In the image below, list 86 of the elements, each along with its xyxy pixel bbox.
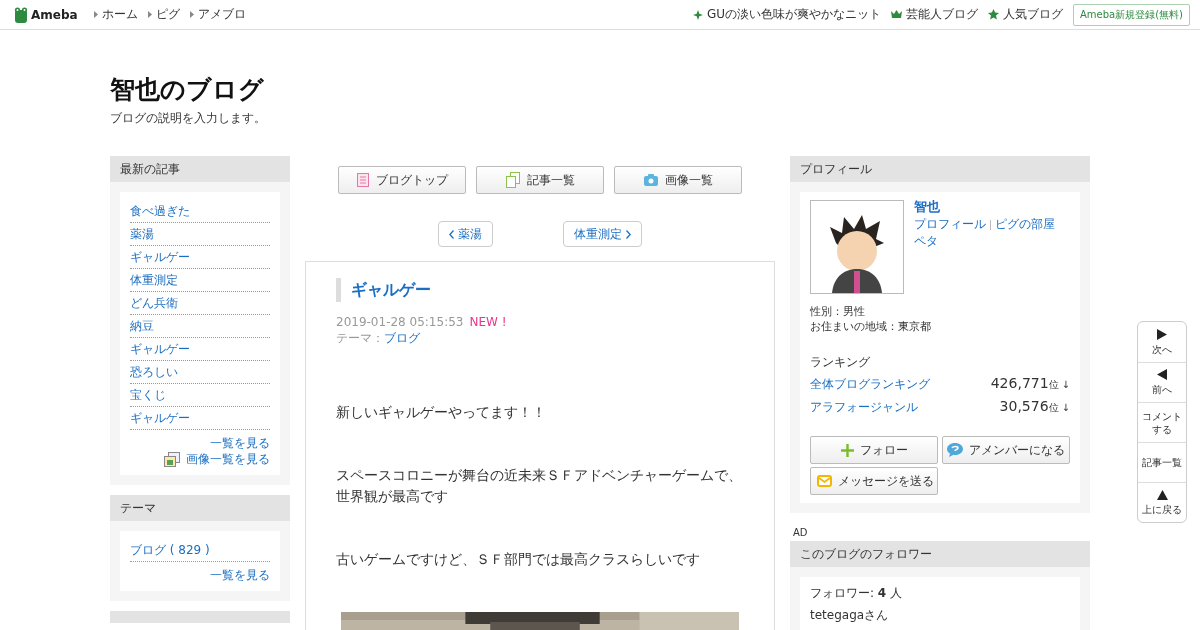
- document-icon: [356, 173, 369, 187]
- panel-title: テーマ: [110, 495, 290, 521]
- article-title[interactable]: ギャルゲー: [336, 278, 744, 302]
- ad-label: AD: [793, 527, 809, 538]
- article-link[interactable]: 恐ろしい: [130, 361, 270, 384]
- article-link[interactable]: 宝くじ: [130, 384, 270, 407]
- panel-title: プロフィール: [790, 156, 1090, 182]
- profile-name[interactable]: 智也: [914, 198, 1055, 216]
- article-link[interactable]: どん兵衛: [130, 292, 270, 315]
- images-icon: [164, 451, 180, 467]
- article-date: 2019-01-28 05:15:53: [336, 315, 464, 329]
- follower-name[interactable]: tetegagaさん: [810, 607, 1070, 624]
- header-link[interactable]: 芸能人ブログ: [906, 6, 978, 23]
- chevron-right-icon: [626, 229, 631, 239]
- caret-icon: [93, 11, 98, 18]
- envelope-icon: [817, 475, 832, 487]
- theme-label: テーマ：: [336, 331, 384, 345]
- frog-logo-icon: [14, 6, 28, 23]
- chevron-left-icon: [449, 229, 454, 239]
- nav-button[interactable]: 記事一覧: [476, 166, 604, 194]
- theme-link[interactable]: ブログ ( 829 ): [130, 539, 270, 562]
- crown-icon: [891, 10, 902, 19]
- profile-button[interactable]: アメンバーになる: [942, 436, 1070, 464]
- article-link[interactable]: 食べ過ぎた: [130, 200, 270, 223]
- previous-article-button[interactable]: 薬湯: [438, 221, 493, 247]
- logo-text[interactable]: Ameba: [31, 7, 78, 22]
- header-link[interactable]: GUの淡い色味が爽やかなニット: [706, 6, 881, 23]
- down-arrow: ↓: [1061, 402, 1070, 413]
- side-nav-button[interactable]: 記事一覧: [1138, 442, 1186, 482]
- caret-icon: [189, 11, 194, 18]
- profile-detail: 性別：男性: [810, 304, 866, 319]
- profile-link[interactable]: ピグの部屋: [995, 216, 1055, 233]
- next-article-button[interactable]: 体重測定: [563, 221, 642, 247]
- article-link[interactable]: 薬湯: [130, 223, 270, 246]
- pages-icon: [505, 172, 520, 188]
- peta-link[interactable]: ペタ: [914, 233, 1055, 250]
- new-label: NEW !: [469, 315, 507, 329]
- speech-bubble-icon: [947, 443, 963, 457]
- rank-unit: 位: [1048, 379, 1059, 390]
- side-nav-button[interactable]: コメントする: [1138, 402, 1186, 442]
- header-link[interactable]: 人気ブログ: [1003, 6, 1063, 23]
- plus-icon: [840, 443, 854, 457]
- ranking-number: 30,576: [999, 398, 1049, 414]
- side-nav-button[interactable]: 上に戻る: [1138, 482, 1186, 522]
- nav-link[interactable]: ホーム: [101, 6, 138, 23]
- caret-icon: [147, 11, 152, 18]
- ranking-number: 426,771: [990, 375, 1049, 391]
- article-paragraph: スペースコロニーが舞台の近未来ＳＦアドベンチャーゲームで、世界観が最高です: [336, 466, 743, 506]
- article-paragraph: 新しいギャルゲーやってます！！: [336, 403, 547, 422]
- image-list-link[interactable]: 画像一覧を見る: [186, 451, 270, 467]
- star-icon: [988, 9, 999, 20]
- up-triangle-icon: [1156, 489, 1168, 500]
- nav-button[interactable]: ブログトップ: [338, 166, 466, 194]
- ranking-link[interactable]: 全体ブログランキング: [810, 376, 930, 393]
- ranking-link[interactable]: アラフォージャンル: [810, 399, 918, 416]
- nav-button[interactable]: 画像一覧: [614, 166, 742, 194]
- profile-detail: お住まいの地域：東京都: [810, 319, 932, 334]
- article-link[interactable]: 納豆: [130, 315, 270, 338]
- side-nav-button[interactable]: 前へ: [1138, 362, 1186, 402]
- profile-button[interactable]: メッセージを送る: [810, 467, 938, 495]
- profile-button[interactable]: フォロー: [810, 436, 938, 464]
- sparkle-icon: [692, 9, 703, 20]
- article-paragraph: 古いゲームですけど、ＳＦ部門では最高クラスらしいです: [336, 550, 701, 569]
- back-icon: [1157, 369, 1167, 380]
- article-link[interactable]: ギャルゲー: [130, 338, 270, 361]
- more-link[interactable]: 一覧を見る: [210, 567, 270, 583]
- down-arrow: ↓: [1061, 379, 1070, 390]
- nav-link[interactable]: ピグ: [155, 6, 180, 23]
- blog-title[interactable]: 智也のブログ: [110, 74, 1090, 106]
- panel-title: このブログのフォロワー: [790, 541, 1090, 567]
- camera-icon: [643, 174, 658, 186]
- more-link[interactable]: 一覧を見る: [210, 435, 270, 451]
- panel-title: 最新の記事: [110, 156, 290, 182]
- side-nav-button[interactable]: 次へ: [1138, 322, 1186, 362]
- theme-link[interactable]: ブログ: [384, 331, 420, 345]
- play-icon: [1157, 328, 1167, 340]
- nav-link[interactable]: アメブロ: [197, 6, 246, 23]
- ranking-title: ランキング: [810, 354, 871, 370]
- follower-count: フォロワー: 4 人: [810, 585, 904, 601]
- profile-link[interactable]: プロフィール: [914, 216, 986, 233]
- rank-unit: 位: [1048, 402, 1059, 413]
- article-link[interactable]: 体重測定: [130, 269, 270, 292]
- blog-description: ブログの説明を入力します。: [110, 110, 267, 127]
- article-link[interactable]: ギャルゲー: [130, 407, 270, 430]
- article-link[interactable]: ギャルゲー: [130, 246, 270, 269]
- signup-button[interactable]: Ameba新規登録(無料): [1073, 3, 1190, 26]
